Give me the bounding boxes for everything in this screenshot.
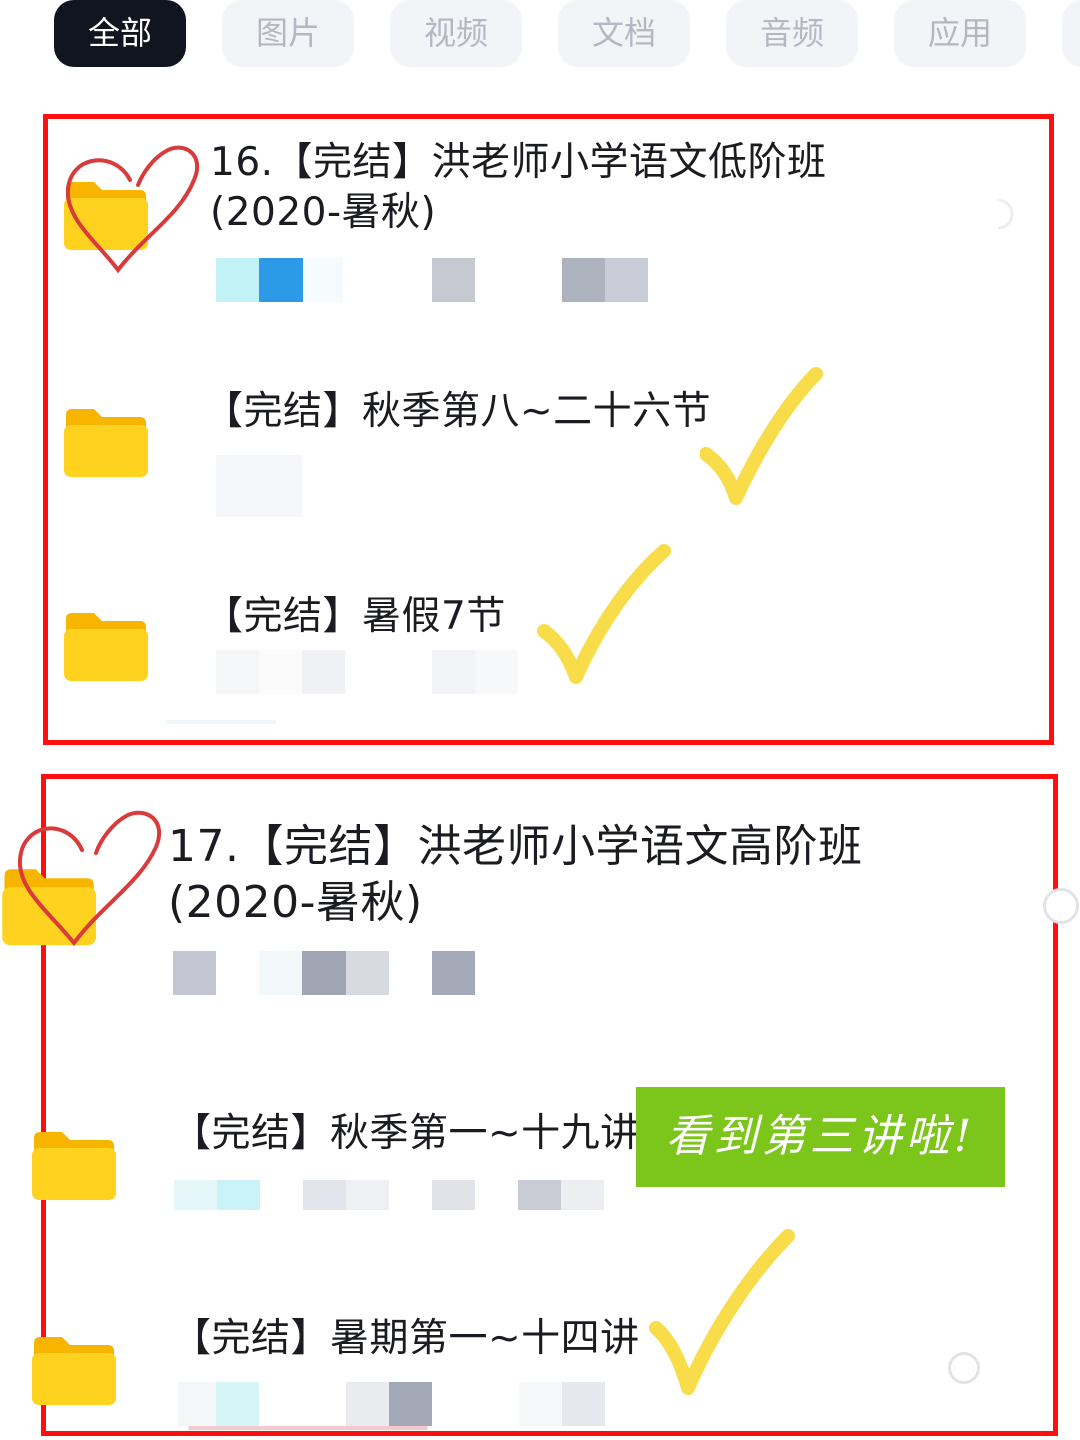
- file-meta-blurred: [216, 650, 526, 694]
- folder-title: 17.【完结】洪老师小学语文高阶班: [168, 821, 863, 872]
- folder-title-line2: (2020-暑秋): [168, 877, 423, 928]
- folder-icon: [32, 1337, 116, 1405]
- heart-icon: [17, 810, 162, 947]
- folder-icon: [32, 1132, 116, 1200]
- file-meta-blurred: [174, 1180, 614, 1210]
- tab-documents[interactable]: 文档: [558, 0, 690, 67]
- radio-partial-icon[interactable]: [994, 196, 1018, 232]
- file-meta-blurred: [178, 1382, 618, 1426]
- tab-more[interactable]: [1062, 0, 1080, 67]
- file-meta-blurred: [216, 455, 306, 517]
- select-radio[interactable]: [948, 1352, 980, 1384]
- tab-all[interactable]: 全部: [54, 0, 186, 67]
- tab-apps[interactable]: 应用: [894, 0, 1026, 67]
- tab-videos[interactable]: 视频: [390, 0, 522, 67]
- folder-title: 【完结】秋季第八~二十六节: [204, 389, 712, 434]
- checkmark-icon: [537, 544, 671, 684]
- folder-icon: [64, 613, 148, 681]
- folder-icon: [64, 409, 148, 477]
- file-meta-blurred: [216, 258, 656, 302]
- folder-title: 【完结】暑假7节: [204, 594, 506, 639]
- tab-images[interactable]: 图片: [222, 0, 354, 67]
- tab-audio[interactable]: 音频: [726, 0, 858, 67]
- folder-title-line2: (2020-暑秋): [210, 190, 437, 235]
- file-meta-blurred: [173, 951, 493, 995]
- folder-title: 【完结】秋季第一~十九讲: [172, 1111, 640, 1156]
- category-tab-bar: 全部 图片 视频 文档 音频 应用: [0, 0, 1080, 80]
- checkmark-icon: [700, 367, 823, 505]
- select-radio[interactable]: [1043, 888, 1079, 924]
- heart-icon: [65, 145, 200, 274]
- folder-title: 【完结】暑期第一~十四讲: [172, 1316, 640, 1361]
- checkmark-icon: [649, 1229, 795, 1395]
- folder-title: 16.【完结】洪老师小学语文低阶班: [210, 140, 827, 185]
- progress-note-sticker: 看到第三讲啦!: [636, 1087, 1005, 1187]
